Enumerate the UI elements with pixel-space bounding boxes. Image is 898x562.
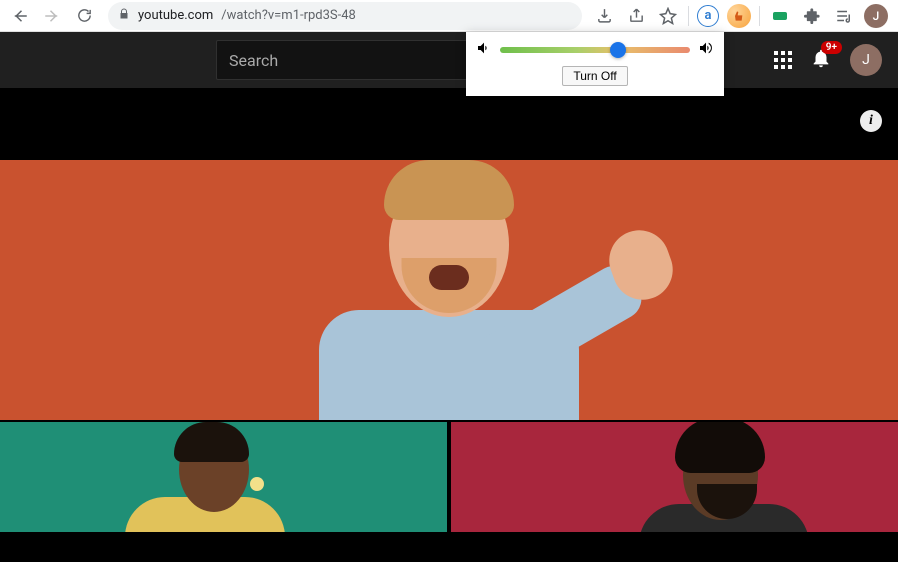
volume-high-icon [698, 40, 714, 60]
notifications-button[interactable]: 9+ [810, 47, 832, 73]
arrow-right-icon [43, 7, 61, 25]
share-icon [628, 7, 645, 24]
video-frame-row [0, 422, 898, 532]
extensions-button[interactable] [800, 4, 824, 28]
extension-volume[interactable] [727, 4, 751, 28]
extension-a-label: a [705, 8, 712, 23]
install-app-button[interactable] [592, 4, 616, 28]
volume-slider[interactable] [500, 47, 690, 53]
video-frame-top [0, 160, 898, 420]
toolbar-actions: a J [592, 4, 892, 28]
reading-list-button[interactable] [832, 4, 856, 28]
bookmark-button[interactable] [656, 4, 680, 28]
music-list-icon [835, 7, 853, 25]
browser-toolbar: youtube.com/watch?v=m1-rpd3S-48 a J [0, 0, 898, 32]
separator [688, 6, 689, 26]
volume-low-icon [476, 40, 492, 60]
profile-initial: J [873, 9, 880, 23]
arrow-left-icon [11, 7, 29, 25]
star-icon [659, 7, 677, 25]
address-bar[interactable]: youtube.com/watch?v=m1-rpd3S-48 [108, 2, 582, 30]
extension-a[interactable]: a [697, 5, 719, 27]
apps-grid-icon [774, 51, 792, 69]
volume-slider-thumb[interactable] [610, 42, 626, 58]
notification-count-badge: 9+ [821, 41, 842, 54]
video-frame-bottom-right [451, 422, 898, 532]
browser-profile[interactable]: J [864, 4, 888, 28]
video-player[interactable]: i [0, 88, 898, 562]
download-icon [596, 7, 613, 24]
url-path: /watch?v=m1-rpd3S-48 [221, 8, 356, 23]
back-button[interactable] [6, 2, 34, 30]
share-button[interactable] [624, 4, 648, 28]
video-frame-bottom-left [0, 422, 447, 532]
reload-button[interactable] [70, 2, 98, 30]
url-host: youtube.com [138, 8, 213, 23]
extension-flag[interactable] [768, 4, 792, 28]
info-icon: i [869, 113, 873, 129]
account-avatar[interactable]: J [850, 44, 882, 76]
avatar-initial: J [862, 52, 870, 68]
search-placeholder: Search [229, 51, 278, 70]
hand-icon [731, 8, 747, 24]
lock-icon [118, 8, 130, 24]
reload-icon [76, 7, 93, 24]
info-card-button[interactable]: i [860, 110, 882, 132]
forward-button[interactable] [38, 2, 66, 30]
youtube-header: Search 9+ J [0, 32, 898, 88]
flag-icon [773, 12, 787, 20]
puzzle-icon [804, 7, 821, 24]
turn-off-button[interactable]: Turn Off [562, 66, 627, 86]
separator [759, 6, 760, 26]
apps-button[interactable] [774, 51, 792, 69]
volume-extension-popup: Turn Off [466, 32, 724, 96]
